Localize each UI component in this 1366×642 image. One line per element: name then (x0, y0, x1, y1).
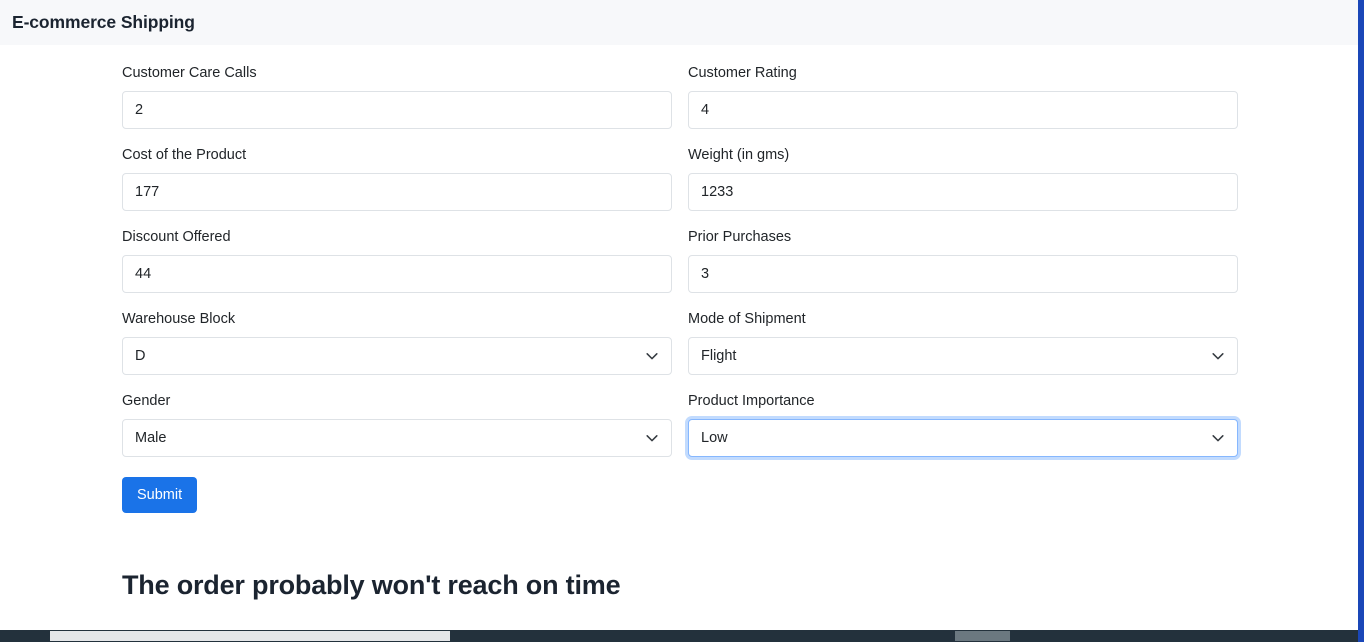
prediction-result: The order probably won't reach on time (0, 513, 1366, 601)
field-customer-rating: Customer Rating (688, 63, 1238, 129)
customer-care-calls-input[interactable] (122, 91, 672, 129)
weight-in-gms-input[interactable] (688, 173, 1238, 211)
field-cost-of-the-product: Cost of the Product (122, 145, 672, 211)
field-product-importance: Product Importance (688, 391, 1238, 457)
shipping-form: Customer Care Calls Customer Rating Cost o… (0, 45, 1366, 473)
field-weight-in-gms: Weight (in gms) (688, 145, 1238, 211)
field-mode-of-shipment: Mode of Shipment (688, 309, 1238, 375)
product-importance-select-wrapper (688, 419, 1238, 457)
vertical-scrollbar[interactable] (1358, 0, 1366, 642)
mode-of-shipment-label: Mode of Shipment (688, 311, 806, 327)
field-customer-care-calls: Customer Care Calls (122, 63, 672, 129)
mode-of-shipment-select[interactable] (688, 337, 1238, 375)
prior-purchases-input[interactable] (688, 255, 1238, 293)
customer-rating-label: Customer Rating (688, 65, 797, 81)
product-importance-label: Product Importance (688, 393, 815, 409)
cost-of-the-product-label: Cost of the Product (122, 147, 247, 163)
vertical-scrollbar-thumb[interactable] (1358, 0, 1364, 642)
field-warehouse-block: Warehouse Block (122, 309, 672, 375)
customer-rating-input[interactable] (688, 91, 1238, 129)
cost-of-the-product-input[interactable] (122, 173, 672, 211)
prior-purchases-label: Prior Purchases (688, 229, 792, 245)
field-discount-offered: Discount Offered (122, 227, 672, 293)
field-prior-purchases: Prior Purchases (688, 227, 1238, 293)
mode-of-shipment-select-wrapper (688, 337, 1238, 375)
gender-select-wrapper (122, 419, 672, 457)
product-importance-select[interactable] (688, 419, 1238, 457)
gender-label: Gender (122, 393, 171, 409)
horizontal-scrollbar-thumb-secondary[interactable] (955, 631, 1010, 641)
page-title: E-commerce Shipping (12, 12, 195, 32)
warehouse-block-select[interactable] (122, 337, 672, 375)
horizontal-scrollbar[interactable] (0, 630, 1358, 642)
app-header: E-commerce Shipping (0, 0, 1366, 45)
discount-offered-label: Discount Offered (122, 229, 231, 245)
warehouse-block-select-wrapper (122, 337, 672, 375)
gender-select[interactable] (122, 419, 672, 457)
horizontal-scrollbar-thumb[interactable] (50, 631, 450, 641)
weight-in-gms-label: Weight (in gms) (688, 147, 790, 163)
submit-row: Submit (0, 473, 1366, 513)
warehouse-block-label: Warehouse Block (122, 311, 236, 327)
discount-offered-input[interactable] (122, 255, 672, 293)
page-body: Customer Care Calls Customer Rating Cost o… (0, 45, 1366, 601)
field-gender: Gender (122, 391, 672, 457)
submit-button[interactable]: Submit (122, 477, 198, 513)
customer-care-calls-label: Customer Care Calls (122, 65, 257, 81)
result-heading: The order probably won't reach on time (122, 570, 621, 600)
